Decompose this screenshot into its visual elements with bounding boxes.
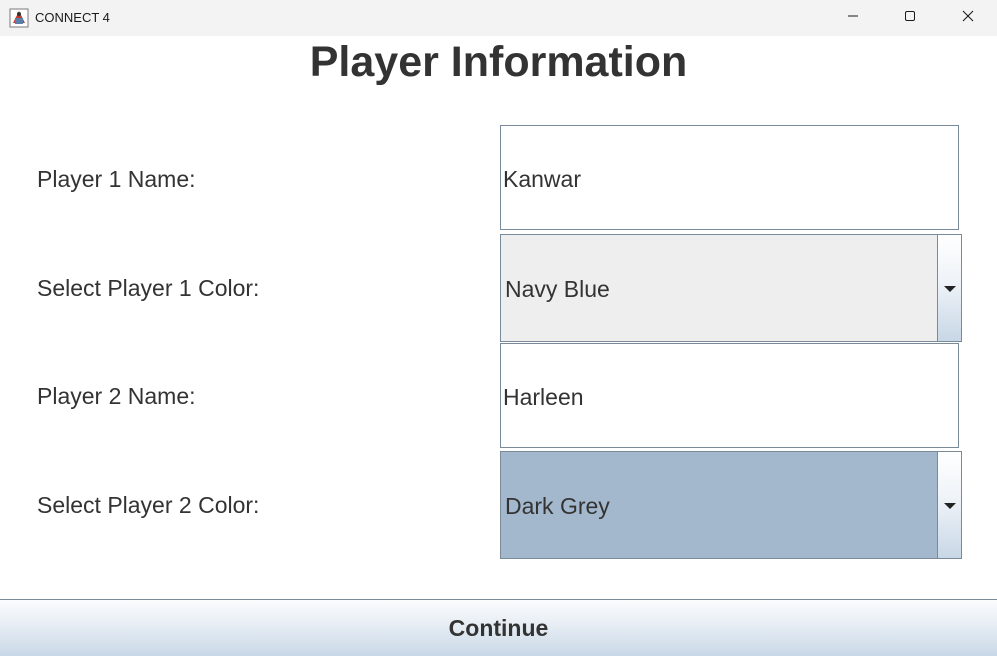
caret-down-icon: [943, 279, 956, 297]
player2-color-display[interactable]: Dark Grey: [501, 452, 937, 558]
player1-name-value: Kanwar: [503, 166, 581, 192]
close-icon: [962, 9, 974, 27]
title-bar: CONNECT 4: [0, 0, 997, 36]
player1-color-display[interactable]: Navy Blue: [501, 235, 937, 341]
caret-down-icon: [943, 496, 956, 514]
player2-color-label: Select Player 2 Color:: [37, 492, 260, 518]
player1-name-label: Player 1 Name:: [37, 166, 196, 192]
window-title: CONNECT 4: [35, 10, 110, 25]
page-title: Player Information: [309, 38, 688, 86]
player2-name-label: Player 2 Name:: [37, 383, 196, 409]
player1-color-dropdown-button[interactable]: [937, 235, 961, 341]
maximize-icon: [904, 9, 916, 27]
player1-name-field[interactable]: Kanwar: [500, 125, 959, 230]
maximize-button[interactable]: [881, 0, 939, 36]
player1-color-select[interactable]: Navy Blue: [500, 234, 962, 342]
continue-button[interactable]: Continue: [0, 599, 997, 656]
close-button[interactable]: [939, 0, 997, 36]
player2-color-value: Dark Grey: [505, 493, 610, 519]
player1-color-label: Select Player 1 Color:: [37, 275, 260, 301]
player2-name-field[interactable]: Harleen: [500, 343, 959, 448]
player2-color-select[interactable]: Dark Grey: [500, 451, 962, 559]
player1-color-value: Navy Blue: [505, 276, 610, 302]
minimize-button[interactable]: [824, 0, 882, 36]
player2-color-dropdown-button[interactable]: [937, 452, 961, 558]
java-app-icon: [9, 8, 29, 28]
continue-button-label: Continue: [448, 614, 549, 641]
connect4-window: CONNECT 4 Player Information Player 1 Na…: [0, 0, 997, 656]
minimize-icon: [847, 9, 859, 27]
player2-name-value: Harleen: [503, 384, 584, 410]
